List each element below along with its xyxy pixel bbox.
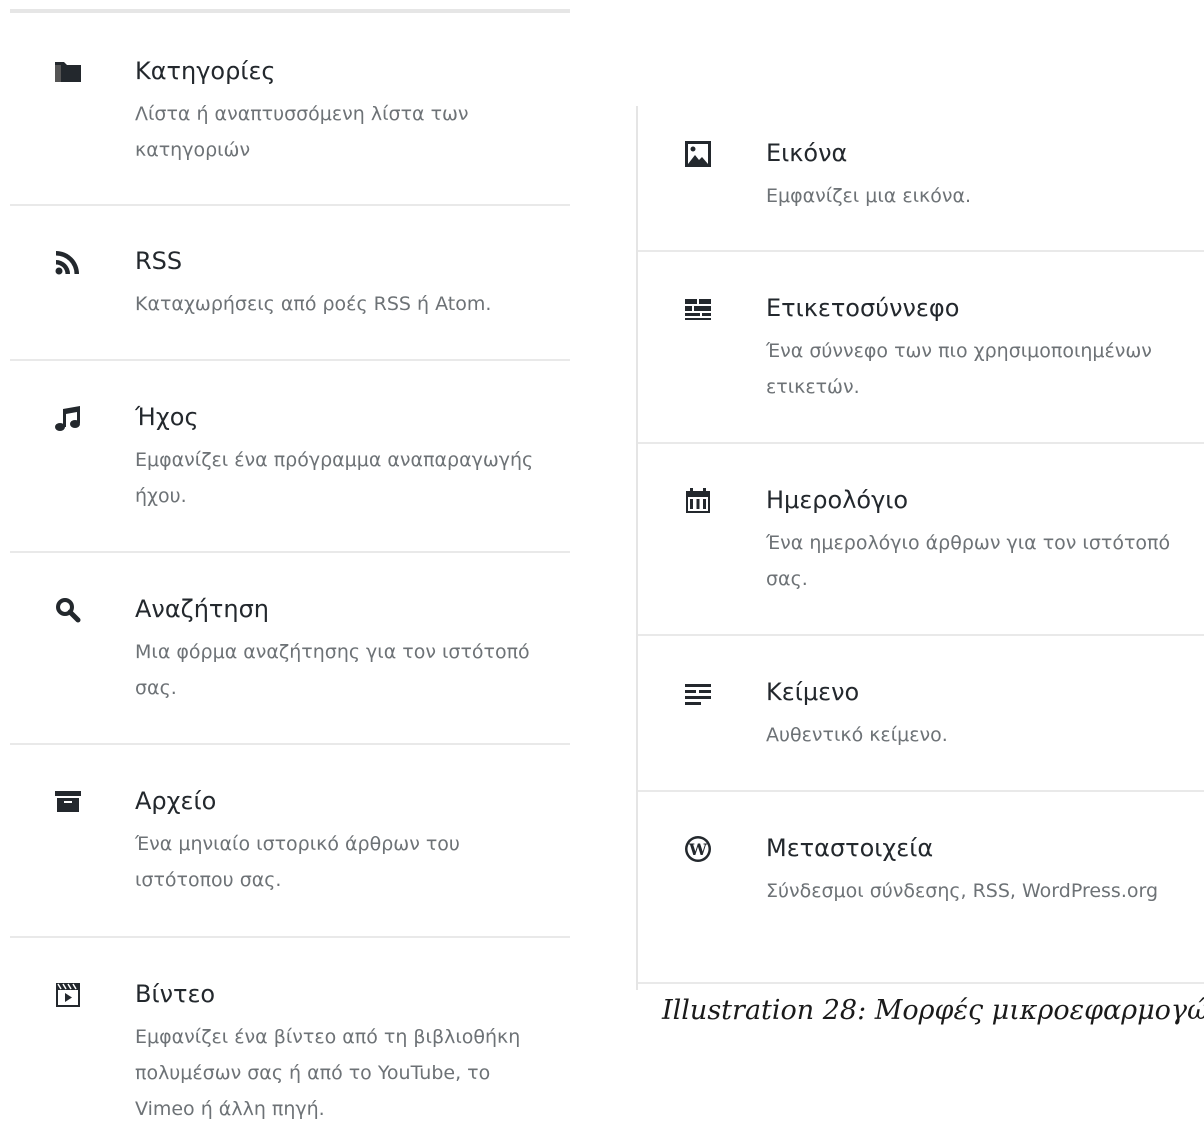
divider [10,359,570,361]
music-note-icon [54,404,82,432]
widget-list-right: Εικόνα Εμφανίζει μια εικόνα. Ετικετοσύνν… [636,106,1204,990]
widget-description: Καταχωρήσεις από ροές RSS ή Atom. [135,293,492,315]
video-icon [54,981,82,1009]
widget-title: Ημερολόγιο [766,486,909,514]
widget-title: Ετικετοσύννεφο [766,294,960,322]
calendar-icon [684,487,712,515]
divider [638,634,1204,636]
widget-description: Μια φόρμα αναζήτησης για τον ιστότοπό σα… [135,641,530,699]
widget-description: Εμφανίζει ένα βίντεο από τη βιβλιοθήκη π… [135,1026,521,1120]
folder-icon [54,58,82,86]
widget-description: Αυθεντικό κείμενο. [766,724,948,746]
widget-title: Εικόνα [766,139,848,167]
divider [10,204,570,206]
search-icon [54,596,82,624]
widget-title: Αρχείο [135,787,217,815]
image-icon [684,140,712,168]
widget-title: Αναζήτηση [135,595,269,623]
widget-title: Βίντεο [135,980,216,1008]
widget-title: Κατηγορίες [135,57,276,85]
archive-icon [54,788,82,816]
figure-caption: Illustration 28: Μορφές μικροεφαρμογών 2 [662,995,1204,1026]
widget-title: Κείμενο [766,678,860,706]
widget-description: Ένα ημερολόγιο άρθρων για τον ιστότοπό σ… [766,532,1171,590]
widget-description: Εμφανίζει ένα πρόγραμμα αναπαραγωγής ήχο… [135,449,534,507]
divider [10,743,570,745]
divider [638,250,1204,252]
rss-icon [54,248,82,276]
svg-text:W: W [688,840,708,859]
widget-title: RSS [135,247,183,275]
widget-title: Μεταστοιχεία [766,834,934,862]
widget-description: Εμφανίζει μια εικόνα. [766,185,972,207]
divider [638,982,1204,984]
tag-cloud-icon [684,295,712,323]
widget-title: Ήχος [135,403,199,431]
divider [638,790,1204,792]
divider [10,936,570,938]
divider [10,551,570,553]
widget-description: Ένα σύννεφο των πιο χρησιμοποιημένων ετι… [766,340,1152,398]
widget-description: Ένα μηνιαίο ιστορικό άρθρων του ιστότοπο… [135,833,460,891]
divider [638,442,1204,444]
top-divider [10,9,570,13]
text-icon [684,679,712,707]
widget-description: Σύνδεσμοι σύνδεσης, RSS, WordPress.org [766,880,1159,902]
widget-description: Λίστα ή αναπτυσσόμενη λίστα των κατηγορι… [135,103,469,161]
wordpress-icon: W [684,835,712,863]
